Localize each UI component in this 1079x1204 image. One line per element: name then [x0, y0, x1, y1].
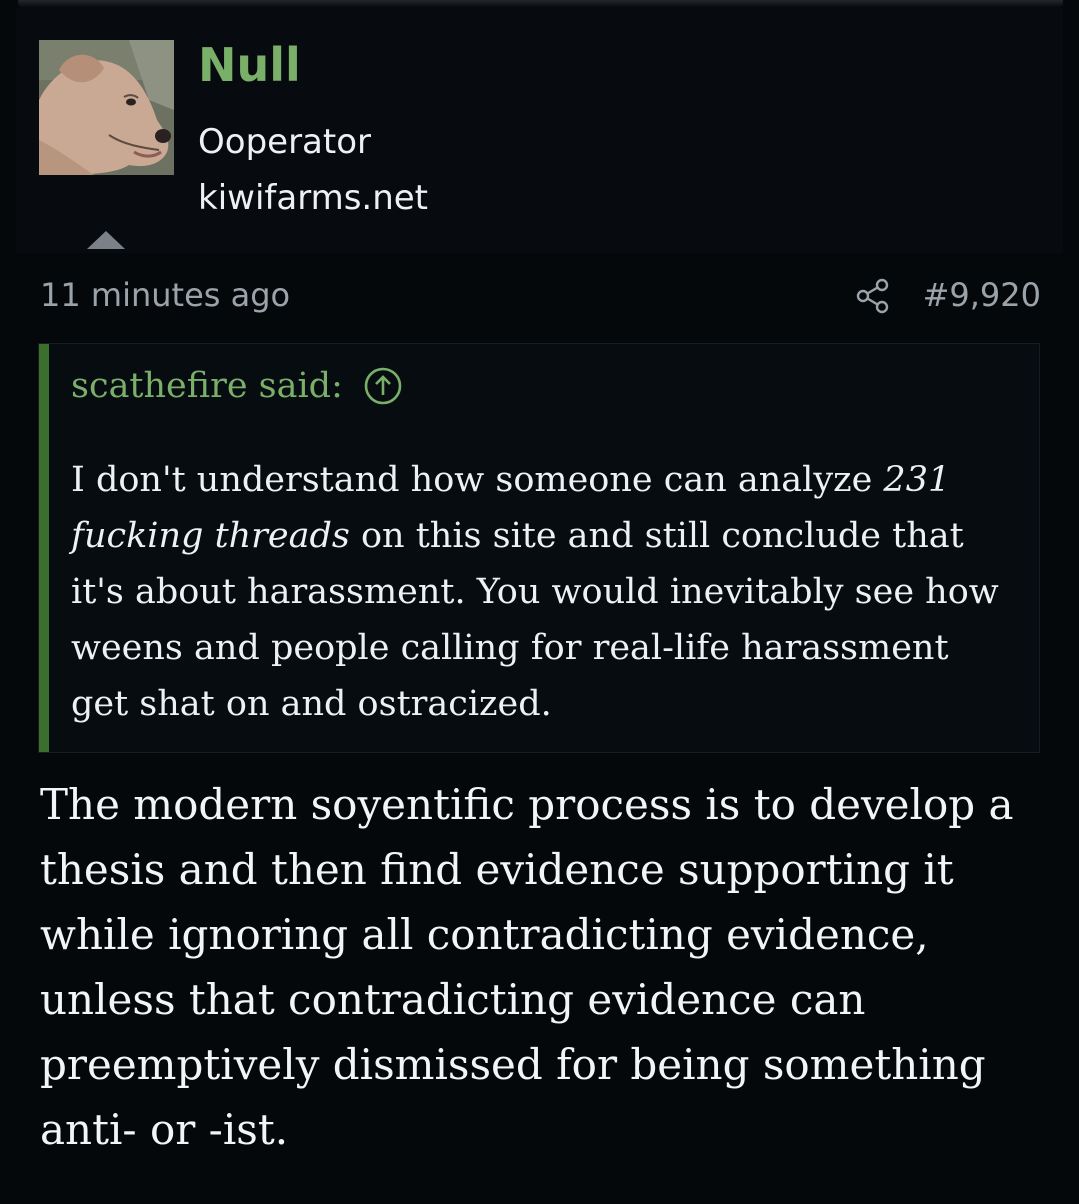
user-title: Ooperator [198, 122, 371, 162]
arrow-up-circle-icon[interactable] [363, 366, 403, 406]
quote-bar [39, 344, 49, 752]
post-timestamp[interactable]: 11 minutes ago [40, 276, 290, 314]
caret-up-icon [87, 231, 125, 249]
share-icon[interactable] [855, 278, 891, 314]
avatar[interactable] [39, 40, 174, 175]
dog-avatar-image [39, 40, 174, 175]
share-icon-glyph [856, 278, 889, 314]
post-body: The modern soyentific process is to deve… [40, 780, 1014, 1154]
quote-block: scathefire said: I don't understand how … [38, 343, 1040, 753]
user-banner: kiwifarms.net [198, 178, 429, 218]
post-number[interactable]: #9,920 [923, 276, 1041, 314]
quote-text: I don't understand how someone can analy… [71, 452, 1016, 732]
quote-text-before: I don't understand how someone can analy… [71, 460, 884, 500]
post: Null Ooperator kiwifarms.net 11 minutes … [0, 0, 1079, 1204]
quote-author[interactable]: scathefire said: [71, 366, 343, 406]
post-meta: 11 minutes ago #9,920 [40, 274, 1041, 318]
quote-author-link[interactable]: scathefire said: [71, 366, 403, 406]
username[interactable]: Null [198, 42, 301, 88]
